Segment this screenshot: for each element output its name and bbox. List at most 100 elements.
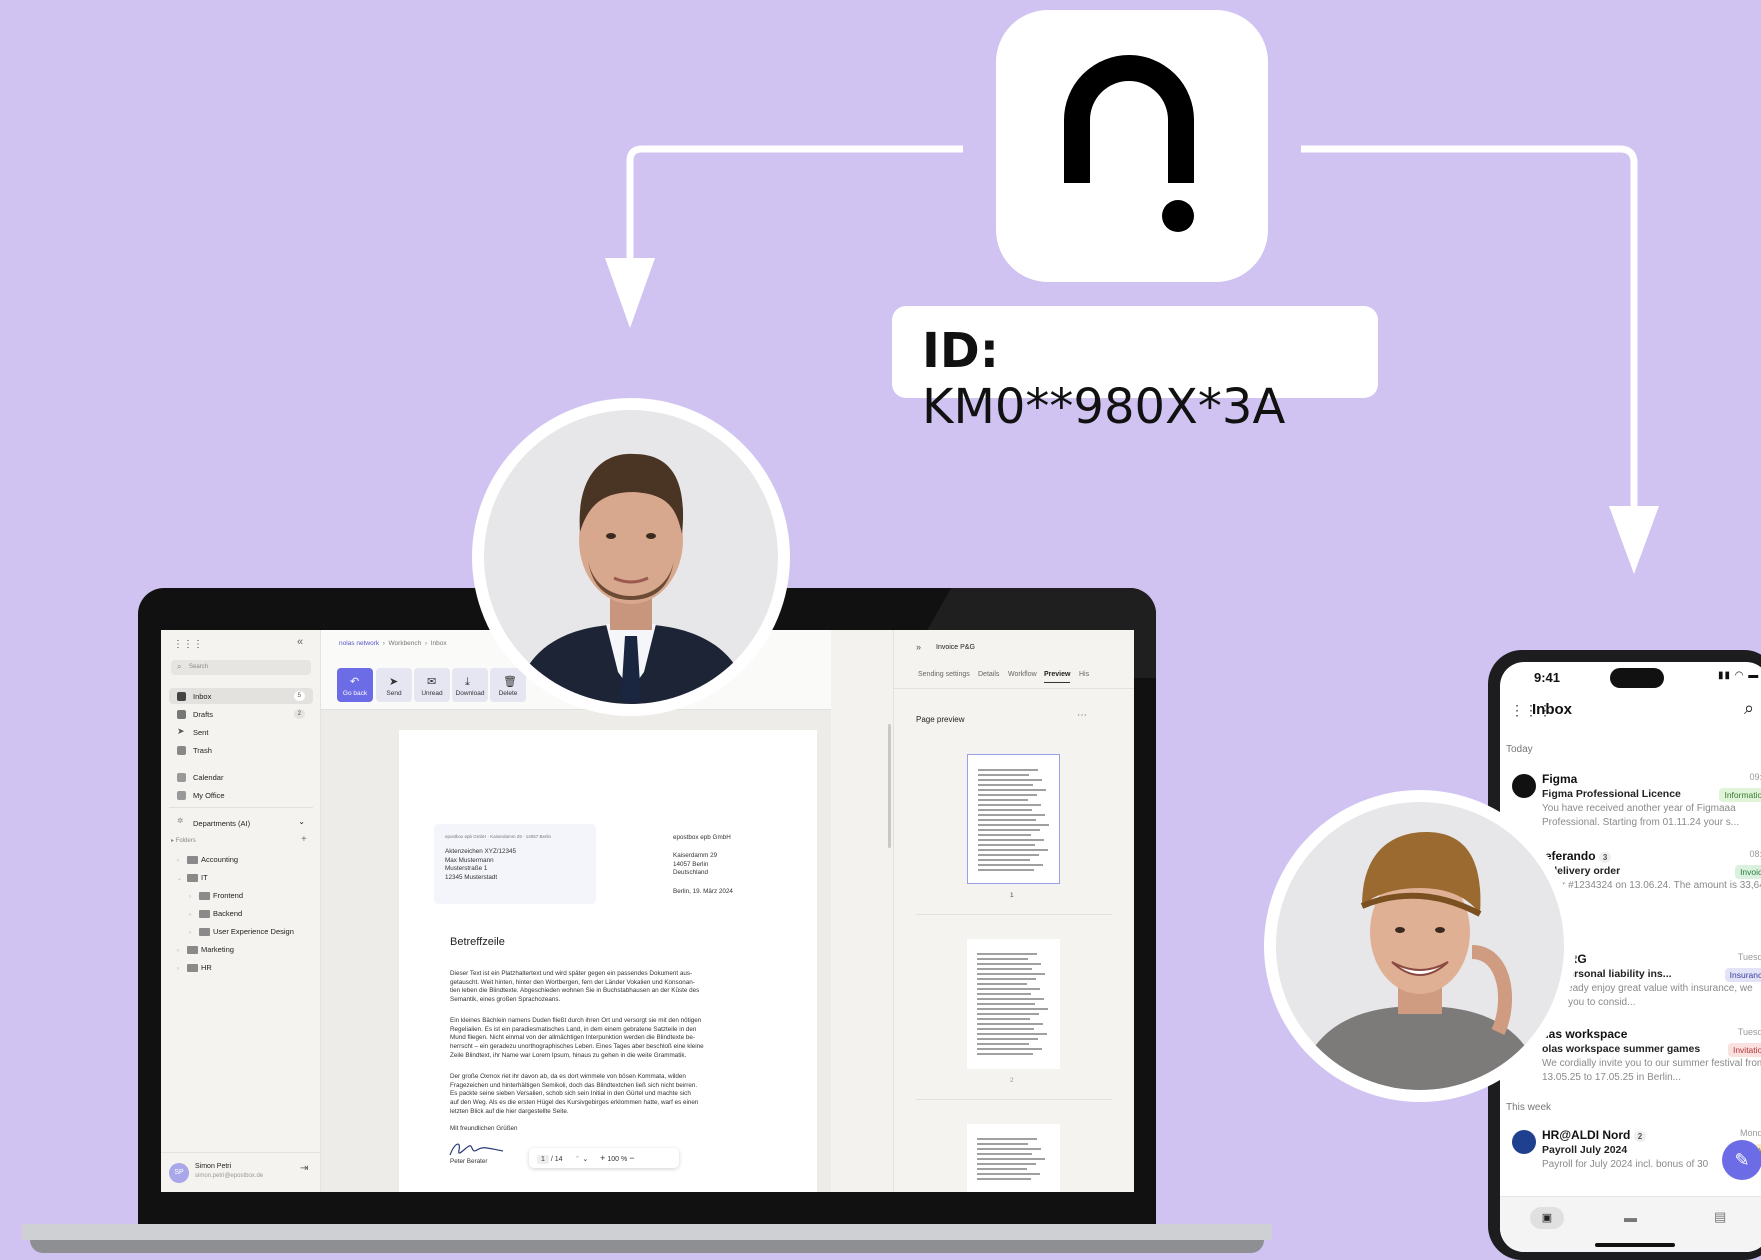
folder-icon xyxy=(187,964,198,972)
user-profile[interactable]: SP Simon Petri simon.petri@epostbox.de ⇥ xyxy=(161,1152,321,1192)
person-avatar-business xyxy=(472,398,790,716)
page-thumbnail[interactable] xyxy=(967,754,1060,884)
thumbnail-text-line xyxy=(977,973,1045,975)
compose-button[interactable]: ✎ xyxy=(1722,1140,1761,1180)
id-text: ID: KM0**980X*3A xyxy=(922,323,1285,435)
sidebar-item-sent[interactable]: ➤ Sent xyxy=(169,724,313,740)
sidebar-item-calendar[interactable]: Calendar xyxy=(169,769,313,785)
scrollbar[interactable] xyxy=(888,724,891,848)
more-icon[interactable]: ⋯ xyxy=(1077,710,1087,721)
thumbnail-text-line xyxy=(977,998,1044,1000)
home-indicator xyxy=(1595,1243,1675,1247)
sidebar-item-my-office[interactable]: My Office xyxy=(169,787,313,803)
folder-item[interactable]: › Backend xyxy=(189,909,309,923)
envelope-icon: ✉ xyxy=(427,676,437,688)
send-button[interactable]: ➤ Send xyxy=(376,668,412,702)
thumbnail-text-line xyxy=(977,983,1027,985)
thumbnail-text-line xyxy=(978,849,1048,851)
thumbnail-text-line xyxy=(978,819,1036,821)
tab-preview[interactable]: Preview xyxy=(1044,671,1071,683)
signature-icon xyxy=(449,1143,504,1156)
office-icon xyxy=(177,791,186,800)
prev-page-icon[interactable]: ⌃ xyxy=(575,1156,581,1163)
mail-tag: Insurance xyxy=(1724,968,1761,982)
sidebar-item-trash[interactable]: Trash xyxy=(169,742,313,758)
mail-time: Tuesday xyxy=(1737,952,1761,962)
sidebar-item-inbox[interactable]: Inbox 5 xyxy=(169,688,313,704)
nav-inbox-icon[interactable]: ▣ xyxy=(1530,1207,1564,1229)
folder-item[interactable]: › User Experience Design xyxy=(189,927,314,941)
thumbnail-text-line xyxy=(977,1168,1027,1170)
nav-folder-icon[interactable]: ▬ xyxy=(1624,1210,1637,1225)
search-input[interactable]: ⌕ Search xyxy=(171,660,311,675)
thumbnail-text-line xyxy=(978,804,1041,806)
mail-time: Monday xyxy=(1739,1128,1761,1138)
mail-time: Tuesday xyxy=(1737,1027,1761,1037)
trash-icon: 🗑 xyxy=(503,676,517,688)
tab-details[interactable]: Details xyxy=(978,671,999,678)
mail-item[interactable]: Figma Figma Professional Licence You hav… xyxy=(1512,772,1761,838)
mail-preview: We cordially invite you to our summer fe… xyxy=(1542,1058,1761,1083)
folder-item[interactable]: › Accounting xyxy=(177,855,307,869)
tab-sending-settings[interactable]: Sending settings xyxy=(918,671,970,678)
id-value: KM0**980X*3A xyxy=(922,379,1286,435)
tab-workflow[interactable]: Workflow xyxy=(1008,671,1037,678)
thumbnail-text-line xyxy=(978,869,1034,871)
breadcrumb-item[interactable]: Workbench xyxy=(389,640,422,647)
mail-sender: 'eferando 3 xyxy=(1542,849,1612,863)
breadcrumb-item[interactable]: nolas network xyxy=(339,640,379,647)
delete-button[interactable]: 🗑 Delete xyxy=(490,668,526,702)
mail-item[interactable]: ilas workspace olas workspace summer gam… xyxy=(1512,1027,1761,1087)
sidebar-item-label: Calendar xyxy=(193,773,224,782)
page-thumbnail[interactable] xyxy=(967,1124,1060,1192)
sidebar-item-label: Inbox xyxy=(193,692,212,701)
divider xyxy=(916,914,1112,915)
search-icon[interactable]: ⌕ xyxy=(1744,698,1754,719)
collapse-icon[interactable]: « xyxy=(297,636,303,648)
page-title: Inbox xyxy=(1532,701,1572,718)
id-label: ID: xyxy=(922,323,999,379)
unread-button[interactable]: ✉ Unread xyxy=(414,668,450,702)
departments-selector[interactable]: ✲ Departments (AI) ⌄ xyxy=(169,815,313,831)
zoom-in-icon[interactable]: + xyxy=(600,1153,605,1163)
breadcrumb-item[interactable]: Inbox xyxy=(431,640,447,647)
folder-icon xyxy=(187,856,198,864)
sidebar-item-label: Drafts xyxy=(193,710,214,719)
page-controls: 1 / 14 ⌃ ⌄ + 100 % − xyxy=(529,1148,679,1168)
apps-grid-icon[interactable]: ⋮⋮⋮ xyxy=(173,639,203,650)
undo-icon: ↶ xyxy=(350,676,360,688)
folder-item[interactable]: › HR xyxy=(177,963,307,977)
add-folder-icon[interactable]: + xyxy=(301,834,307,845)
group-heading: Today xyxy=(1506,744,1533,755)
thumbnail-text-line xyxy=(978,784,1033,786)
page-thumbnail[interactable] xyxy=(967,939,1060,1069)
user-email: simon.petri@epostbox.de xyxy=(195,1173,264,1179)
next-page-icon[interactable]: ⌄ xyxy=(582,1156,588,1163)
mail-sender: Figma xyxy=(1542,772,1578,786)
folder-item[interactable]: › Frontend xyxy=(189,891,309,905)
thumbnail-text-line xyxy=(977,1003,1035,1005)
page-total: / 14 xyxy=(550,1156,563,1163)
aldi-logo-icon xyxy=(1512,1130,1536,1154)
nav-contacts-icon[interactable]: ▤ xyxy=(1714,1209,1726,1225)
zoom-out-icon[interactable]: − xyxy=(629,1153,634,1163)
sidebar-item-drafts[interactable]: Drafts 2 xyxy=(169,706,313,722)
tab-history[interactable]: His xyxy=(1079,671,1089,678)
chevron-down-icon: ⌄ xyxy=(298,817,305,826)
download-button[interactable]: ⤓ Download xyxy=(452,668,488,702)
logout-icon[interactable]: ⇥ xyxy=(300,1163,308,1174)
thumbnail-text-line xyxy=(977,1158,1045,1160)
go-back-button[interactable]: ↶ Go back xyxy=(337,668,373,702)
page-number-input[interactable]: 1 xyxy=(537,1155,549,1164)
folder-icon xyxy=(187,874,198,882)
folder-item[interactable]: ⌄ IT xyxy=(177,873,307,887)
thumbnail-text-line xyxy=(977,988,1040,990)
breadcrumb: nolas network › Workbench › Inbox xyxy=(339,640,447,647)
sidebar: ⋮⋮⋮ « ⌕ Search Inbox 5 Drafts 2 ➤ Sent Tras… xyxy=(161,630,321,1192)
thumbnail-text-line xyxy=(977,1153,1032,1155)
expand-panel-icon[interactable]: » xyxy=(916,642,921,652)
letter-page: epostbox epb GmbH · Kaiserdamm 29 · 1405… xyxy=(399,730,817,1192)
page-number: 2 xyxy=(1010,1077,1014,1084)
folder-item[interactable]: › Marketing xyxy=(177,945,307,959)
sender-line: epostbox epb GmbH · Kaiserdamm 29 · 1405… xyxy=(445,834,552,839)
